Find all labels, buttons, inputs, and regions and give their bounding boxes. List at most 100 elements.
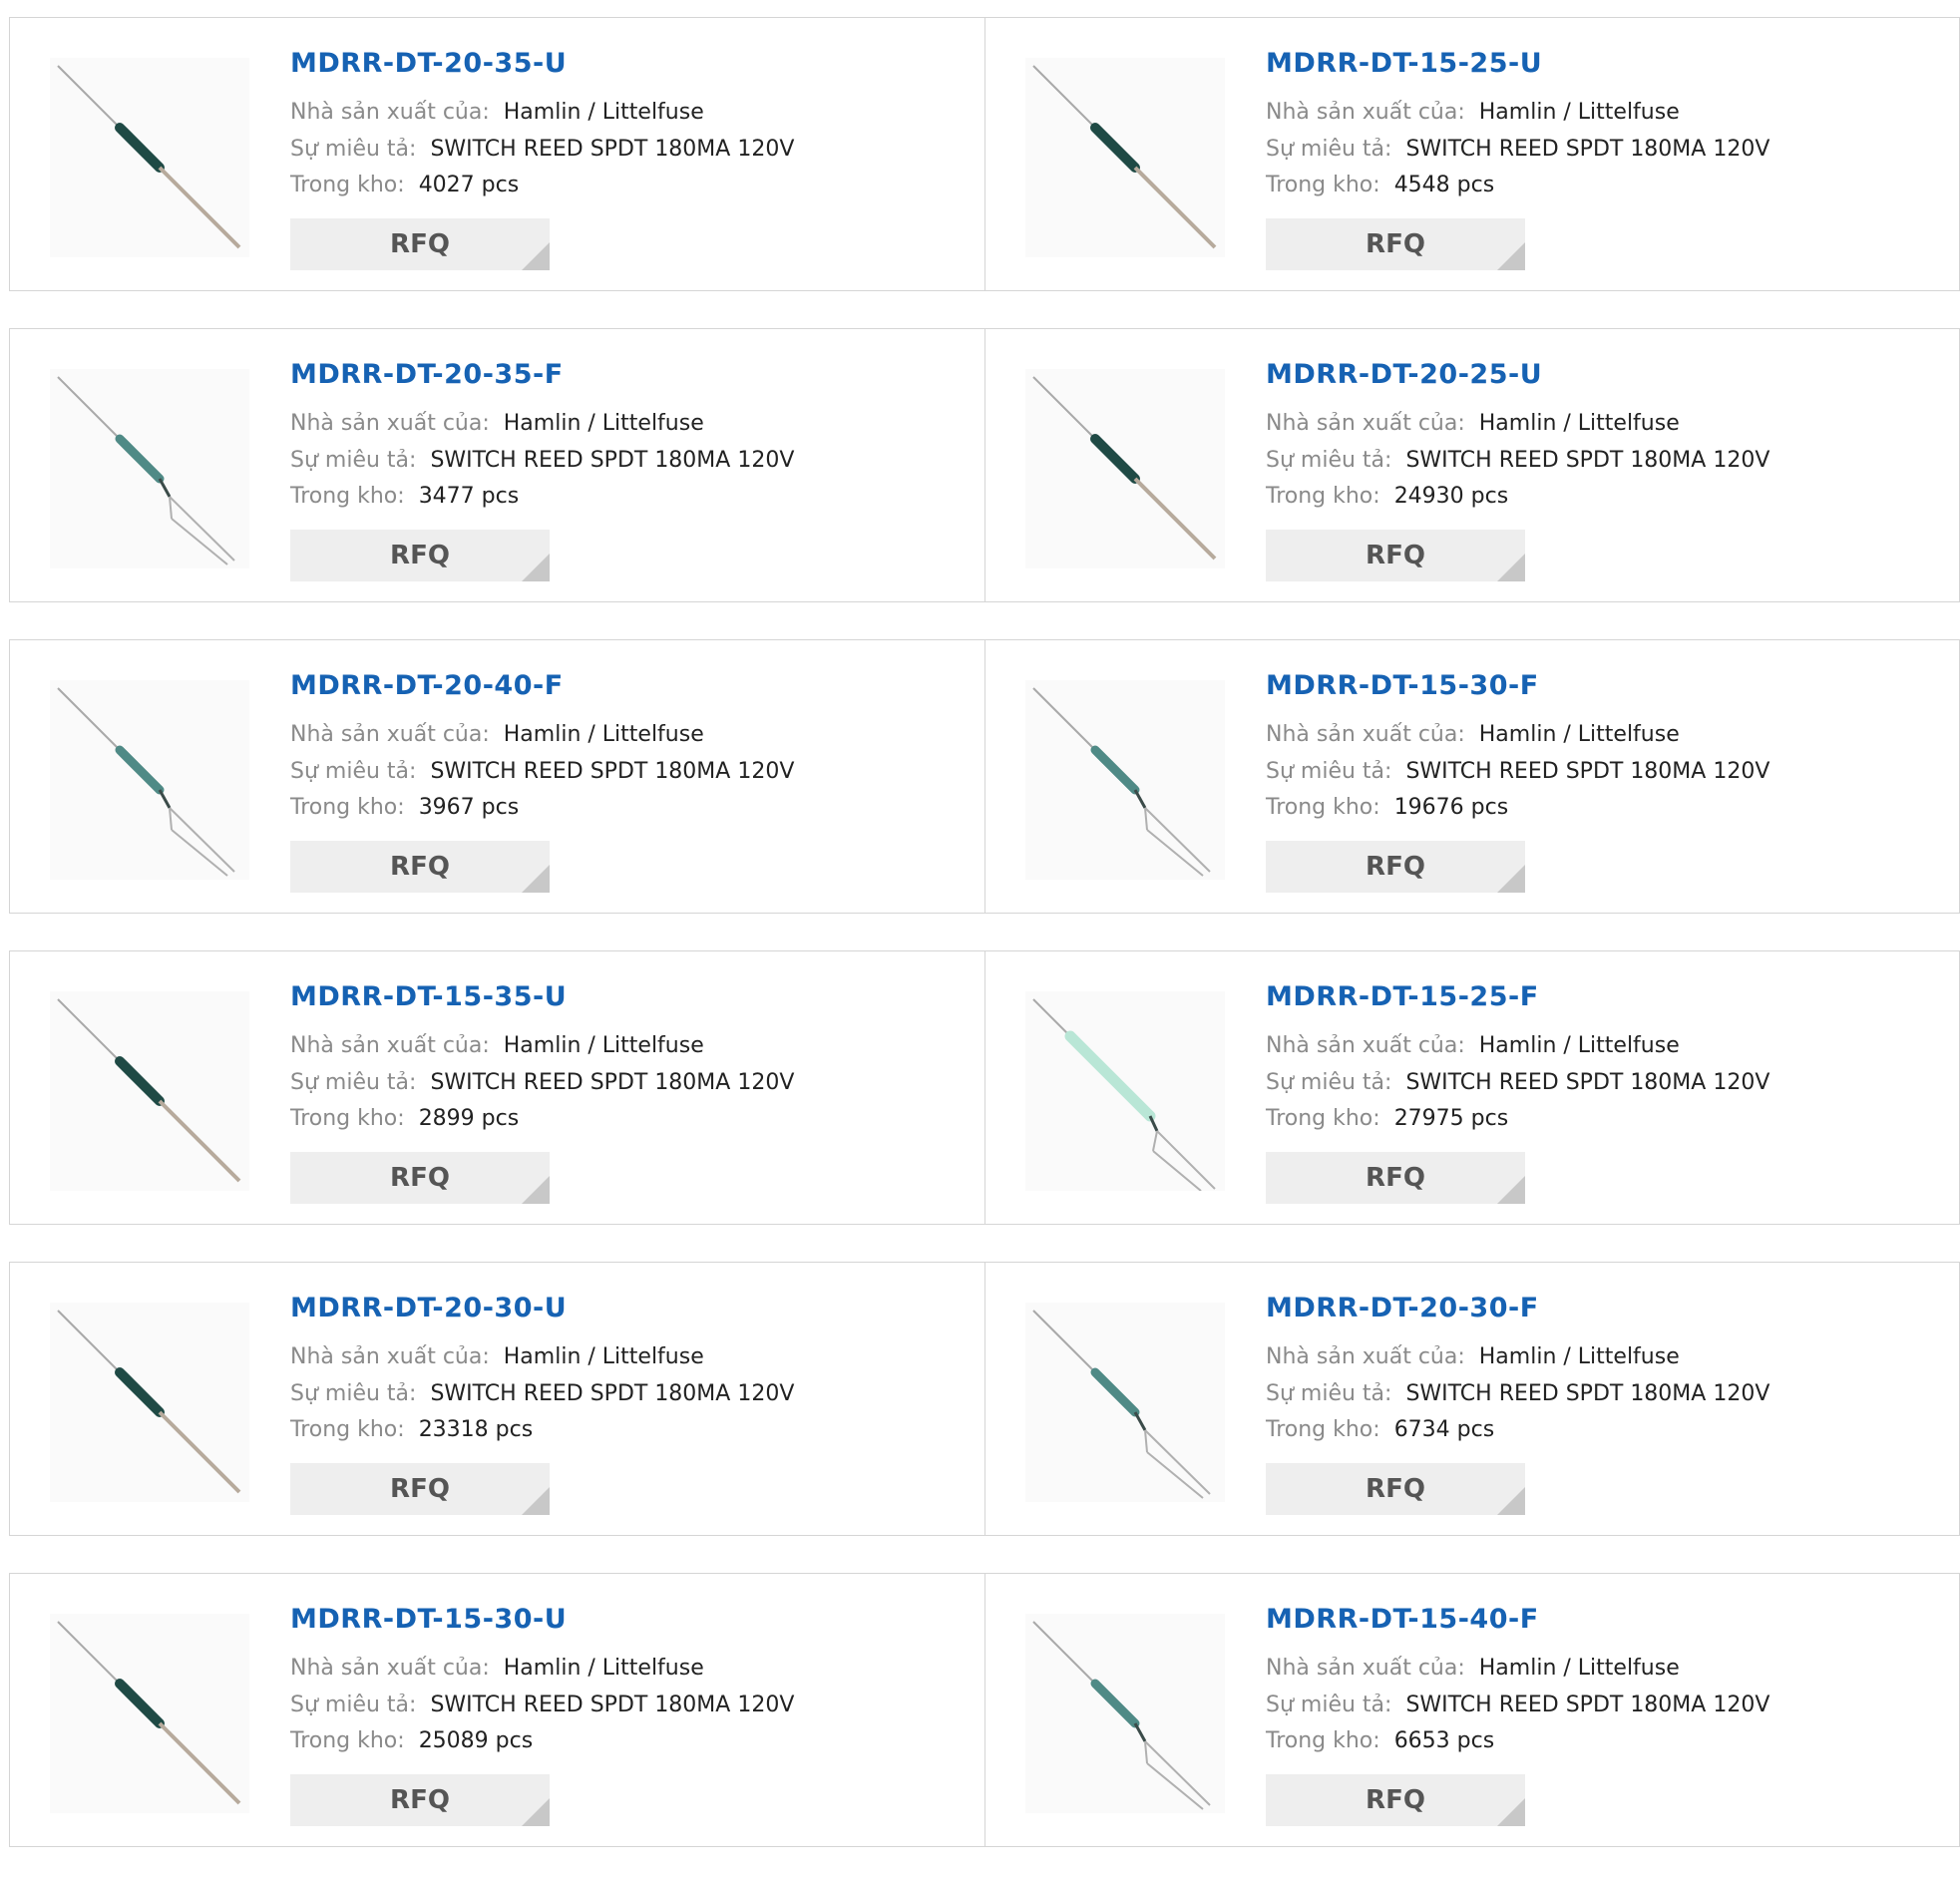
corner-triangle-icon xyxy=(522,1176,550,1204)
rfq-label: RFQ xyxy=(390,229,450,259)
manufacturer-label: Nhà sản xuất của: xyxy=(290,722,490,747)
product-title-link[interactable]: MDRR-DT-15-25-U xyxy=(1266,48,1542,79)
product-image[interactable] xyxy=(50,680,249,880)
reed-switch-image xyxy=(57,687,235,877)
product-title-link[interactable]: MDRR-DT-15-40-F xyxy=(1266,1604,1539,1635)
reed-switch-image xyxy=(57,1621,241,1805)
product-image[interactable] xyxy=(50,58,249,257)
manufacturer-value: Hamlin / Littelfuse xyxy=(503,100,704,125)
stock-label: Trong kho: xyxy=(1266,1417,1380,1442)
product-title-link[interactable]: MDRR-DT-20-40-F xyxy=(290,670,564,701)
manufacturer-line: Nhà sản xuất của: Hamlin / Littelfuse xyxy=(1266,1344,1680,1369)
manufacturer-label: Nhà sản xuất của: xyxy=(290,411,490,436)
product-image[interactable] xyxy=(1025,58,1225,257)
description-value: SWITCH REED SPDT 180MA 120V xyxy=(1405,1693,1770,1717)
product-title-link[interactable]: MDRR-DT-15-35-U xyxy=(290,981,567,1012)
product-image[interactable] xyxy=(50,991,249,1191)
manufacturer-line: Nhà sản xuất của: Hamlin / Littelfuse xyxy=(290,722,704,747)
product-image[interactable] xyxy=(1025,1614,1225,1813)
rfq-label: RFQ xyxy=(1366,1163,1425,1193)
description-line: Sự miêu tả: SWITCH REED SPDT 180MA 120V xyxy=(290,759,794,784)
product-title-link[interactable]: MDRR-DT-15-30-U xyxy=(290,1604,567,1635)
stock-label: Trong kho: xyxy=(1266,795,1380,820)
corner-triangle-icon xyxy=(522,865,550,893)
stock-line: Trong kho: 4027 pcs xyxy=(290,173,519,197)
rfq-label: RFQ xyxy=(1366,1785,1425,1815)
product-card: MDRR-DT-20-25-U Nhà sản xuất của: Hamlin /… xyxy=(984,329,1959,601)
description-line: Sự miêu tả: SWITCH REED SPDT 180MA 120V xyxy=(290,137,794,162)
rfq-button[interactable]: RFQ xyxy=(1266,1152,1525,1204)
stock-line: Trong kho: 3477 pcs xyxy=(290,484,519,509)
product-image[interactable] xyxy=(1025,1303,1225,1502)
manufacturer-line: Nhà sản xuất của: Hamlin / Littelfuse xyxy=(290,1033,704,1058)
product-title-link[interactable]: MDRR-DT-15-25-F xyxy=(1266,981,1539,1012)
stock-label: Trong kho: xyxy=(1266,484,1380,509)
description-value: SWITCH REED SPDT 180MA 120V xyxy=(430,1693,795,1717)
rfq-button[interactable]: RFQ xyxy=(1266,1774,1525,1826)
product-image[interactable] xyxy=(50,1614,249,1813)
description-line: Sự miêu tả: SWITCH REED SPDT 180MA 120V xyxy=(1266,137,1769,162)
rfq-button[interactable]: RFQ xyxy=(290,1463,550,1515)
rfq-button[interactable]: RFQ xyxy=(1266,841,1525,893)
manufacturer-value: Hamlin / Littelfuse xyxy=(1478,1656,1680,1681)
stock-line: Trong kho: 27975 pcs xyxy=(1266,1106,1508,1131)
stock-line: Trong kho: 3967 pcs xyxy=(290,795,519,820)
product-title-link[interactable]: MDRR-DT-20-35-F xyxy=(290,359,564,390)
product-image[interactable] xyxy=(1025,680,1225,880)
description-label: Sự miêu tả: xyxy=(1266,1693,1392,1717)
product-card: MDRR-DT-15-25-U Nhà sản xuất của: Hamlin /… xyxy=(984,18,1959,290)
product-title-link[interactable]: MDRR-DT-20-25-U xyxy=(1266,359,1542,390)
product-image[interactable] xyxy=(50,1303,249,1502)
stock-value: 25089 pcs xyxy=(418,1728,534,1753)
manufacturer-line: Nhà sản xuất của: Hamlin / Littelfuse xyxy=(1266,1033,1680,1058)
product-title-link[interactable]: MDRR-DT-20-35-U xyxy=(290,48,567,79)
stock-value: 23318 pcs xyxy=(418,1417,534,1442)
rfq-button[interactable]: RFQ xyxy=(1266,218,1525,270)
rfq-button[interactable]: RFQ xyxy=(290,530,550,581)
stock-value: 4027 pcs xyxy=(418,173,520,197)
product-image[interactable] xyxy=(1025,369,1225,568)
corner-triangle-icon xyxy=(1497,242,1525,270)
description-label: Sự miêu tả: xyxy=(290,137,417,162)
product-card: MDRR-DT-15-40-F Nhà sản xuất của: Hamlin /… xyxy=(984,1574,1959,1846)
stock-label: Trong kho: xyxy=(290,1417,405,1442)
product-card: MDRR-DT-20-30-U Nhà sản xuất của: Hamlin /… xyxy=(10,1263,984,1535)
stock-label: Trong kho: xyxy=(290,484,405,509)
rfq-button[interactable]: RFQ xyxy=(290,1152,550,1204)
rfq-button[interactable]: RFQ xyxy=(290,1774,550,1826)
product-title-link[interactable]: MDRR-DT-20-30-F xyxy=(1266,1293,1539,1323)
manufacturer-label: Nhà sản xuất của: xyxy=(1266,100,1465,125)
stock-line: Trong kho: 4548 pcs xyxy=(1266,173,1494,197)
stock-line: Trong kho: 19676 pcs xyxy=(1266,795,1508,820)
description-value: SWITCH REED SPDT 180MA 120V xyxy=(430,448,795,473)
description-label: Sự miêu tả: xyxy=(290,759,417,784)
rfq-button[interactable]: RFQ xyxy=(1266,530,1525,581)
description-label: Sự miêu tả: xyxy=(290,1070,417,1095)
rfq-label: RFQ xyxy=(1366,229,1425,259)
product-image[interactable] xyxy=(50,369,249,568)
corner-triangle-icon xyxy=(522,1798,550,1826)
rfq-button[interactable]: RFQ xyxy=(1266,1463,1525,1515)
corner-triangle-icon xyxy=(1497,865,1525,893)
rfq-button[interactable]: RFQ xyxy=(290,218,550,270)
product-image[interactable] xyxy=(1025,991,1225,1191)
manufacturer-line: Nhà sản xuất của: Hamlin / Littelfuse xyxy=(1266,411,1680,436)
reed-switch-image xyxy=(1032,687,1211,877)
product-title-link[interactable]: MDRR-DT-15-30-F xyxy=(1266,670,1539,701)
description-line: Sự miêu tả: SWITCH REED SPDT 180MA 120V xyxy=(290,1693,794,1717)
stock-line: Trong kho: 23318 pcs xyxy=(290,1417,533,1442)
manufacturer-label: Nhà sản xuất của: xyxy=(290,1344,490,1369)
stock-label: Trong kho: xyxy=(290,795,405,820)
manufacturer-line: Nhà sản xuất của: Hamlin / Littelfuse xyxy=(1266,100,1680,125)
product-title-link[interactable]: MDRR-DT-20-30-U xyxy=(290,1293,567,1323)
rfq-label: RFQ xyxy=(1366,1474,1425,1504)
rfq-button[interactable]: RFQ xyxy=(290,841,550,893)
product-card: MDRR-DT-15-25-F Nhà sản xuất của: Hamlin /… xyxy=(984,951,1959,1224)
product-row: MDRR-DT-20-35-U Nhà sản xuất của: Hamlin /… xyxy=(9,17,1960,291)
description-label: Sự miêu tả: xyxy=(1266,448,1392,473)
manufacturer-line: Nhà sản xuất của: Hamlin / Littelfuse xyxy=(290,100,704,125)
corner-triangle-icon xyxy=(522,1487,550,1515)
product-card: MDRR-DT-15-30-F Nhà sản xuất của: Hamlin /… xyxy=(984,640,1959,913)
description-line: Sự miêu tả: SWITCH REED SPDT 180MA 120V xyxy=(1266,759,1769,784)
reed-switch-image xyxy=(1032,1310,1211,1499)
